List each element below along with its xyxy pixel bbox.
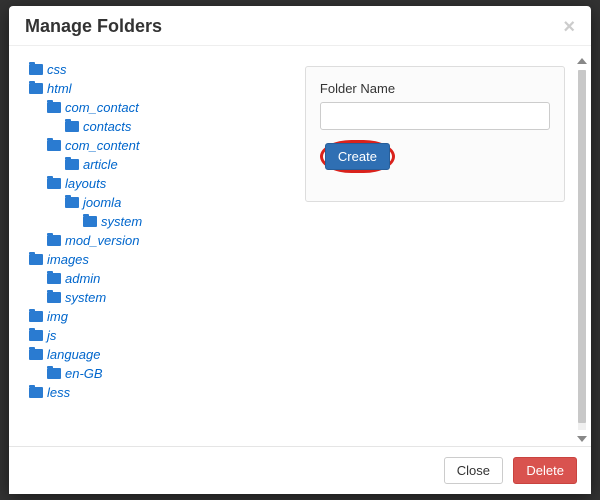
folder-icon xyxy=(29,349,43,360)
modal-title: Manage Folders xyxy=(25,16,162,37)
tree-node: com_contentarticle xyxy=(47,138,295,172)
delete-button[interactable]: Delete xyxy=(513,457,577,484)
tree-node: images admin system xyxy=(29,252,295,305)
folder-icon xyxy=(65,159,79,170)
folder-label[interactable]: com_contact xyxy=(65,100,139,115)
tree-node: html com_contact contacts com_contentarticl… xyxy=(29,81,295,248)
folder-tree-pane[interactable]: css html com_contact contacts com_contentart… xyxy=(29,58,295,446)
folder-icon xyxy=(47,235,61,246)
folder-name-label: Folder Name xyxy=(320,81,550,96)
scroll-up-icon[interactable] xyxy=(577,58,587,64)
folder-icon xyxy=(29,330,43,341)
create-button[interactable]: Create xyxy=(325,143,390,170)
tree-node: article xyxy=(65,157,295,172)
folder-label[interactable]: joomla xyxy=(83,195,121,210)
folder-icon xyxy=(47,102,61,113)
tree-node: system xyxy=(83,214,295,229)
folder-label[interactable]: mod_version xyxy=(65,233,139,248)
folder-label[interactable]: system xyxy=(101,214,142,229)
folder-icon xyxy=(29,311,43,322)
folder-icon xyxy=(29,254,43,265)
folder-label[interactable]: en-GB xyxy=(65,366,103,381)
folder-label[interactable]: com_content xyxy=(65,138,139,153)
folder-label[interactable]: layouts xyxy=(65,176,106,191)
close-icon[interactable]: × xyxy=(563,17,575,37)
folder-label[interactable]: img xyxy=(47,309,68,324)
form-pane: Folder Name Create xyxy=(295,58,583,446)
scroll-down-icon[interactable] xyxy=(577,436,587,442)
folder-icon xyxy=(29,83,43,94)
modal-body: css html com_contact contacts com_contentart… xyxy=(9,46,591,446)
folder-name-input[interactable] xyxy=(320,102,550,130)
highlight-annotation: Create xyxy=(320,140,395,173)
create-folder-form: Folder Name Create xyxy=(305,66,565,202)
folder-label[interactable]: admin xyxy=(65,271,100,286)
folder-label[interactable]: language xyxy=(47,347,101,362)
folder-tree: css html com_contact contacts com_contentart… xyxy=(29,62,295,400)
tree-node: less xyxy=(29,385,295,400)
close-button[interactable]: Close xyxy=(444,457,503,484)
folder-icon xyxy=(47,140,61,151)
folder-label[interactable]: html xyxy=(47,81,72,96)
folder-icon xyxy=(29,64,43,75)
folder-icon xyxy=(29,387,43,398)
tree-node: layouts joomla system xyxy=(47,176,295,229)
tree-node: img xyxy=(29,309,295,324)
tree-node: language en-GB xyxy=(29,347,295,381)
folder-label[interactable]: article xyxy=(83,157,118,172)
folder-icon xyxy=(47,368,61,379)
tree-node: joomla system xyxy=(65,195,295,229)
modal-footer: Close Delete xyxy=(9,446,591,494)
modal-header: Manage Folders × xyxy=(9,6,591,46)
folder-label[interactable]: css xyxy=(47,62,67,77)
folder-icon xyxy=(47,292,61,303)
folder-icon xyxy=(47,273,61,284)
scrollbar[interactable] xyxy=(575,58,589,442)
folder-label[interactable]: js xyxy=(47,328,56,343)
tree-node: system xyxy=(47,290,295,305)
folder-label[interactable]: images xyxy=(47,252,89,267)
folder-icon xyxy=(83,216,97,227)
folder-icon xyxy=(47,178,61,189)
manage-folders-modal: Manage Folders × css html com_contactconta… xyxy=(9,6,591,494)
tree-node: css xyxy=(29,62,295,77)
tree-node: en-GB xyxy=(47,366,295,381)
tree-node: mod_version xyxy=(47,233,295,248)
tree-node: admin xyxy=(47,271,295,286)
folder-label[interactable]: system xyxy=(65,290,106,305)
folder-label[interactable]: contacts xyxy=(83,119,131,134)
tree-node: js xyxy=(29,328,295,343)
tree-node: com_contact contacts xyxy=(47,100,295,134)
folder-icon xyxy=(65,121,79,132)
scroll-thumb[interactable] xyxy=(578,70,586,423)
tree-node: contacts xyxy=(65,119,295,134)
folder-icon xyxy=(65,197,79,208)
folder-label[interactable]: less xyxy=(47,385,70,400)
